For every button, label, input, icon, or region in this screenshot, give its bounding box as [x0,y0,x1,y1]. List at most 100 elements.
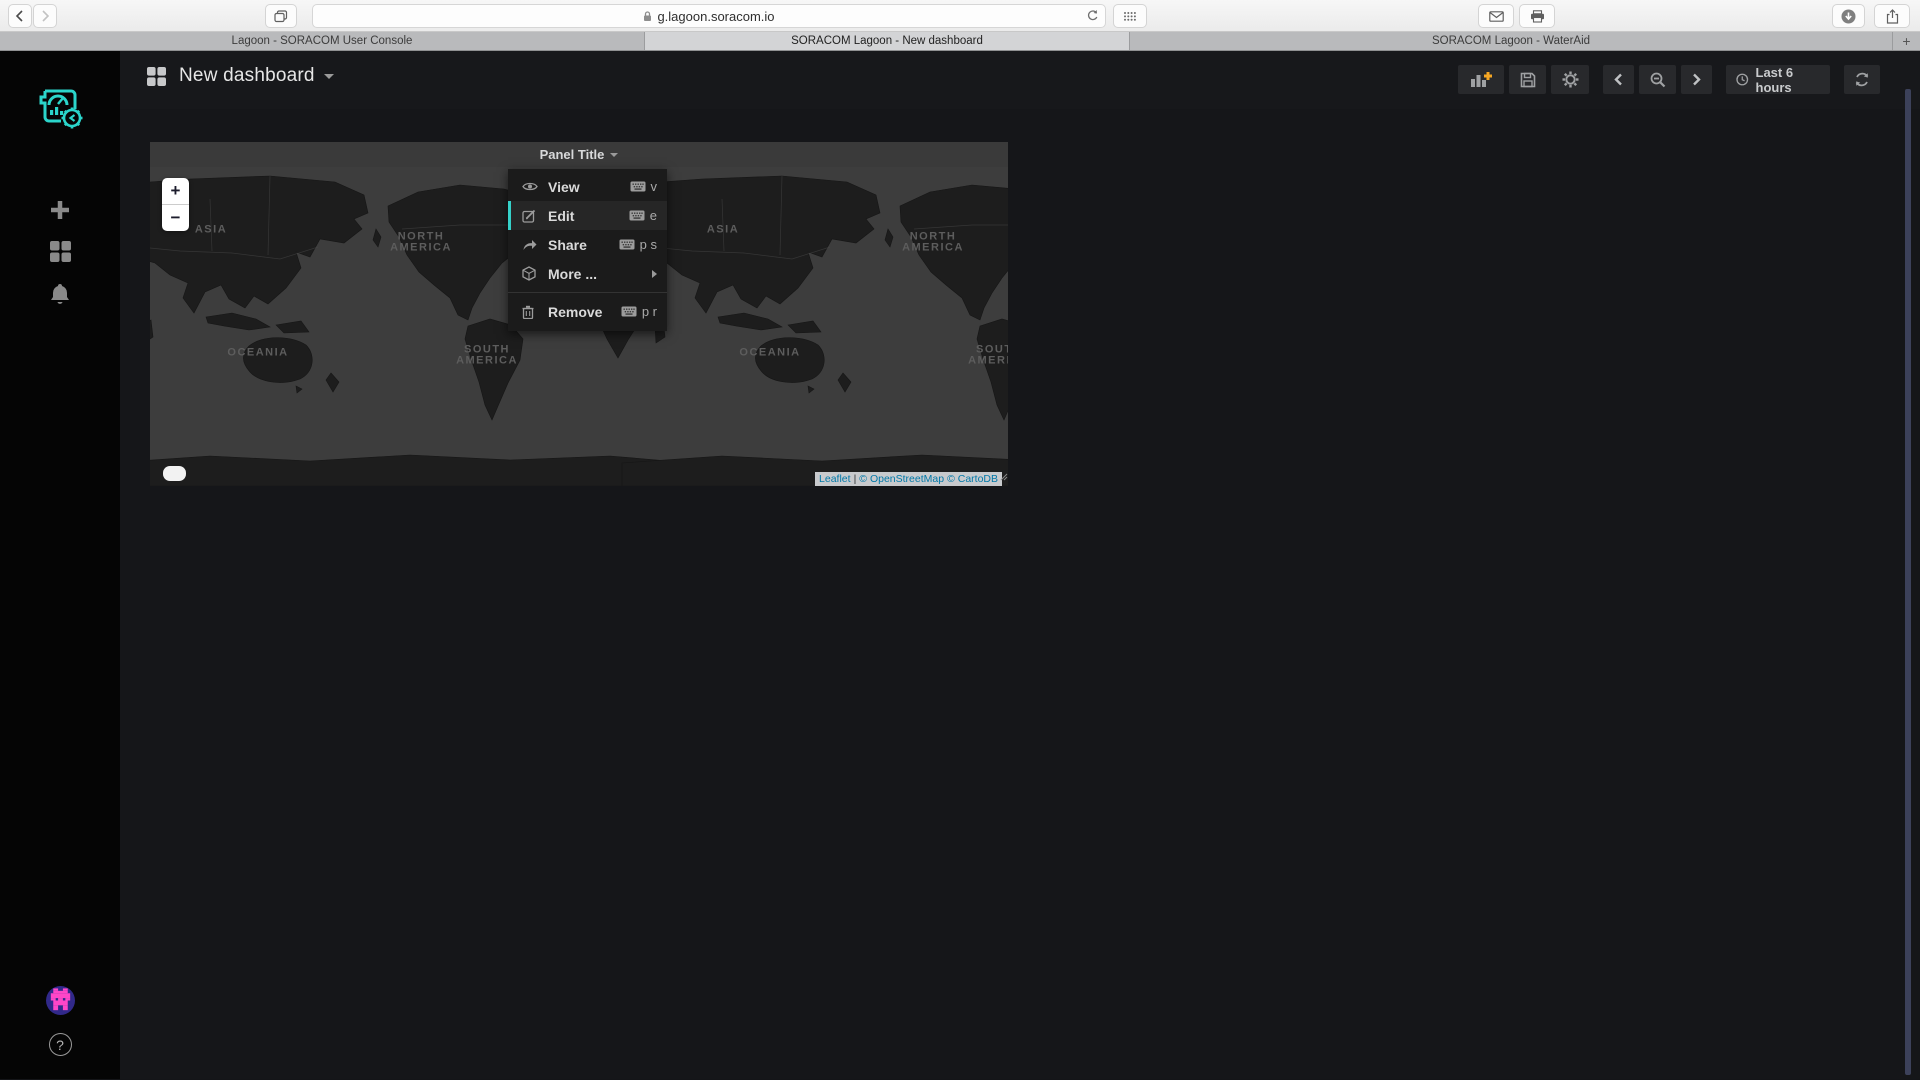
lagoon-logo[interactable] [0,84,120,130]
map-label-oceania: OCEANIA [227,348,288,359]
osm-link[interactable]: © OpenStreetMap [859,473,944,485]
menu-shortcut: p r [621,304,657,319]
keyboard-icon [619,239,635,250]
map-label-america: AMERICA [968,356,1008,367]
tab-stack-icon [274,10,288,23]
dashboard-grid-icon[interactable] [146,66,167,87]
downloads-button[interactable] [1832,4,1865,28]
chevron-left-icon [1614,73,1623,86]
time-back-button[interactable] [1603,65,1634,94]
eye-icon [522,181,538,192]
mail-button[interactable] [1478,4,1514,28]
clock-icon [1736,72,1749,87]
map-attribution: Leaflet | © OpenStreetMap © CartoDB [815,472,1002,486]
menu-item-more[interactable]: More ... [508,259,667,288]
page-title: New dashboard [179,65,315,87]
map-label-america: AMERICA [390,243,452,254]
cube-icon [522,266,538,281]
add-panel-icon [1470,71,1492,88]
menu-shortcut: p s [619,237,657,252]
map-zoom-control: + − [162,178,189,231]
app-window: ? New dashboard [0,51,1920,1079]
shortcut-key: v [651,179,658,194]
panel-title: Panel Title [540,147,605,162]
dashboard-header: New dashboard [120,51,1920,109]
zoom-out-icon [1650,72,1666,88]
time-range-picker[interactable]: Last 6 hours [1726,65,1830,94]
shortcut-key: p s [640,237,657,252]
map-zoom-in-button[interactable]: + [162,178,189,204]
refresh-icon [1854,72,1870,87]
tab-user-console[interactable]: Lagoon - SORACOM User Console [0,32,645,50]
menu-item-edit[interactable]: Edit e [508,201,667,230]
tab-title: SORACOM Lagoon - New dashboard [791,35,983,47]
map-label-america: AMERICA [456,356,518,367]
dashboard-title-dropdown[interactable]: New dashboard [179,65,334,87]
sidebar-dashboards-button[interactable] [0,240,120,263]
shortcut-key: e [650,208,657,223]
scrollbar-thumb[interactable] [1905,89,1911,1075]
leaflet-link[interactable]: Leaflet [819,473,851,485]
menu-label: More ... [548,266,652,282]
menu-shortcut: e [629,208,657,223]
extensions-button[interactable] [1113,4,1147,28]
menu-label: View [548,179,630,195]
map-label-america: AMERICA [902,243,964,254]
refresh-dashboard-button[interactable] [1844,65,1880,94]
carto-link[interactable]: © CartoDB [947,473,998,485]
sidebar-create-button[interactable] [0,199,120,221]
url-text: g.lagoon.soracom.io [657,9,774,24]
tab-overview-button[interactable] [265,4,297,28]
map-label-asia: ASIA [707,225,739,236]
print-button[interactable] [1519,4,1555,28]
menu-item-share[interactable]: Share p s [508,230,667,259]
forward-icon [40,10,50,22]
menu-label: Share [548,237,619,253]
panel-resize-handle[interactable] [999,468,1008,486]
map-label-asia: ASIA [195,225,227,236]
plus-icon: + [1902,33,1910,49]
chevron-right-icon [1692,73,1701,86]
menu-label: Edit [548,208,629,224]
map-label-oceania: OCEANIA [739,348,800,359]
chevron-down-icon [324,74,334,79]
browser-back-button[interactable] [8,4,32,28]
sidebar-alerting-button[interactable] [0,282,120,306]
dashboard-settings-button[interactable] [1551,65,1589,94]
user-avatar[interactable] [0,986,120,1015]
dashboard-toolbar: Last 6 hours [1453,65,1880,94]
panel-title-bar[interactable]: Panel Title [150,142,1008,167]
menu-item-view[interactable]: View v [508,172,667,201]
keyboard-icon [621,306,637,317]
menu-label: Remove [548,304,621,320]
browser-forward-button[interactable] [33,4,57,28]
zoom-out-time-button[interactable] [1639,65,1676,94]
avatar-pixel-icon [46,986,75,1015]
browser-toolbar: g.lagoon.soracom.io [0,0,1920,32]
avatar [46,986,75,1015]
time-range-label: Last 6 hours [1756,65,1820,95]
share-icon [522,239,538,251]
add-panel-button[interactable] [1458,65,1504,94]
lagoon-logo-icon [35,84,85,130]
url-bar[interactable]: g.lagoon.soracom.io [312,4,1106,28]
map-zoom-out-button[interactable]: − [162,205,189,231]
menu-divider [508,292,667,293]
sidebar: ? [0,51,120,1079]
time-forward-button[interactable] [1681,65,1712,94]
keyboard-icon [630,181,646,192]
trash-icon [522,305,538,319]
keyboard-icon [629,210,645,221]
reload-icon[interactable] [1086,9,1099,22]
share-button[interactable] [1874,4,1910,28]
save-dashboard-button[interactable] [1509,65,1546,94]
tab-new-dashboard[interactable]: SORACOM Lagoon - New dashboard [645,32,1130,50]
chevron-down-icon [610,153,618,157]
lock-icon [643,11,652,22]
help-button[interactable]: ? [0,1033,120,1056]
new-tab-button[interactable]: + [1893,32,1920,50]
bell-icon [49,282,71,306]
tab-wateraid[interactable]: SORACOM Lagoon - WaterAid [1130,32,1893,50]
grid-dots-icon [1123,11,1137,22]
menu-item-remove[interactable]: Remove p r [508,297,667,326]
